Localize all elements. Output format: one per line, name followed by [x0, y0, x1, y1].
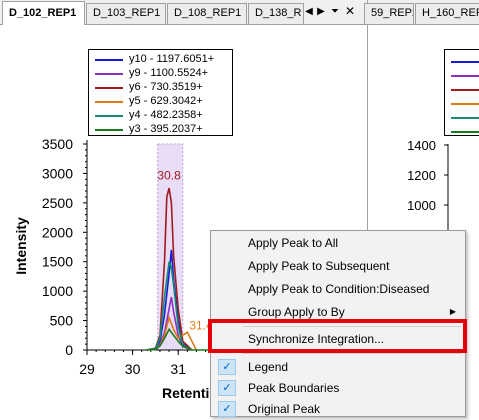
tab-59-rep2[interactable]: 59_REP2: [364, 3, 414, 24]
x-tick-label: 30: [125, 361, 141, 377]
peak-annotation-label: 30.8: [157, 168, 181, 182]
chart-legend: y10 - 1197.6051+ y9 - 1100.5524+ y6 - 73…: [88, 49, 233, 136]
menu-separator: [243, 353, 461, 354]
submenu-arrow-icon: ▶: [449, 307, 456, 316]
x-axis-title: Retenti: [162, 385, 209, 401]
menu-item-peak-boundaries[interactable]: ✓ Peak Boundaries: [212, 377, 464, 399]
y-tick-label: 1400: [407, 138, 436, 153]
x-tick-label: 29: [79, 361, 95, 377]
menu-item-apply-peak-to-subsequent[interactable]: Apply Peak to Subsequent: [212, 255, 464, 277]
menu-item-legend[interactable]: ✓ Legend: [212, 356, 464, 378]
menu-item-synchronize-integration[interactable]: Synchronize Integration...: [212, 328, 464, 350]
y-tick-label: 1000: [407, 198, 436, 213]
y-tick-label: 2500: [42, 195, 73, 211]
menu-separator: [243, 326, 461, 327]
y-tick-label: 500: [50, 313, 74, 329]
y-tick-label: 1000: [42, 283, 73, 299]
y-tick-label: 2000: [42, 224, 73, 240]
menu-item-apply-peak-to-condition[interactable]: Apply Peak to Condition:Diseased: [212, 278, 464, 300]
check-icon: ✓: [218, 359, 236, 375]
tab-list-dropdown-icon[interactable]: ⏷: [329, 6, 341, 18]
y-tick-label: 3500: [42, 136, 73, 152]
chart-context-menu: Apply Peak to All Apply Peak to Subseque…: [210, 230, 466, 417]
tab-h-160-rep[interactable]: H_160_REP: [415, 3, 479, 24]
y-tick-label: 0: [65, 342, 73, 358]
y-tick-label: 1500: [42, 254, 73, 270]
menu-item-group-apply-to-by[interactable]: Group Apply to By ▶: [212, 301, 464, 323]
x-tick-label: 31: [170, 361, 186, 377]
tab-d-108-rep1[interactable]: D_108_REP1: [167, 3, 247, 24]
tab-scroll-right-icon[interactable]: ▶: [315, 6, 327, 18]
tab-d-103-rep1[interactable]: D_103_REP1: [86, 3, 166, 24]
y-axis-title: Intensity: [13, 217, 29, 275]
check-icon: ✓: [218, 401, 236, 417]
y-tick-label: 1200: [407, 168, 436, 183]
tab-scroll-left-icon[interactable]: ◀: [303, 6, 315, 18]
tab-d-138[interactable]: D_138_R: [248, 3, 304, 24]
document-tabstrip-right: 59_REP2 H_160_REP: [364, 0, 479, 25]
close-icon[interactable]: ✕: [344, 5, 356, 17]
document-tabstrip: D_102_REP1 D_103_REP1 D_108_REP1 D_138_R…: [0, 0, 367, 25]
check-icon: ✓: [218, 380, 236, 396]
menu-item-apply-peak-to-all[interactable]: Apply Peak to All: [212, 232, 464, 254]
y-tick-label: 3000: [42, 165, 73, 181]
tab-d-102-rep1[interactable]: D_102_REP1: [2, 1, 85, 25]
